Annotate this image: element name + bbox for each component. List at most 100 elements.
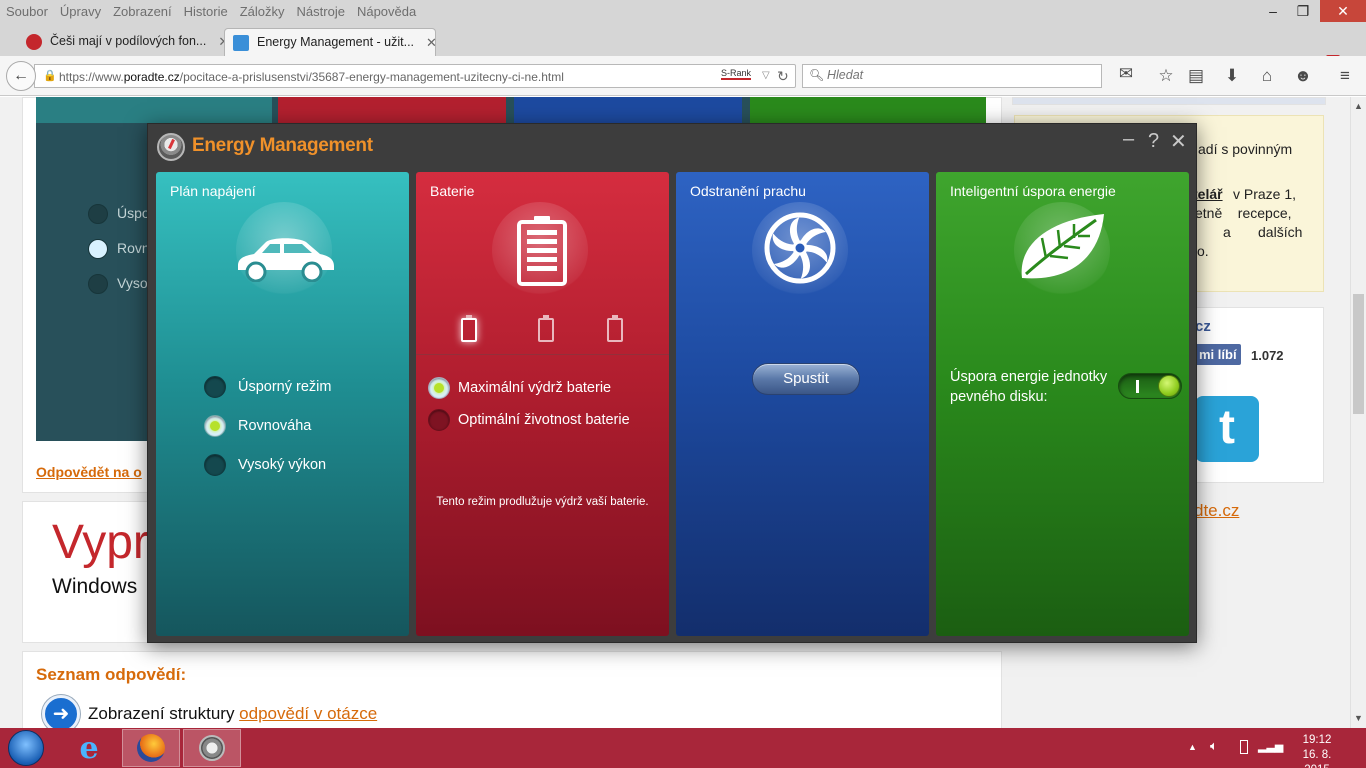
promo-subtitle: Windows	[52, 575, 138, 598]
mail-icon[interactable]: ✉	[1116, 64, 1136, 84]
radio-button[interactable]	[204, 454, 226, 476]
radio-button-selected[interactable]	[204, 415, 226, 437]
close-button[interactable]: ✕	[1170, 129, 1187, 154]
social-domain: cz	[1195, 318, 1211, 335]
sidebar-text: v Praze 1,	[1233, 186, 1297, 202]
tab-title: Energy Management - užit...	[257, 35, 415, 49]
radio-button[interactable]	[204, 376, 226, 398]
hdd-saving-toggle[interactable]	[1118, 373, 1182, 399]
search-input[interactable]	[827, 68, 1087, 82]
url-domain: poradte.cz	[123, 70, 180, 84]
panel-title: Baterie	[430, 183, 475, 199]
scroll-down-icon[interactable]: ▼	[1354, 713, 1363, 723]
sidebar-site-link[interactable]: dte.cz	[1194, 501, 1239, 521]
sidebar-top-box	[1012, 97, 1326, 105]
close-tab-icon[interactable]: ✕	[426, 35, 437, 51]
radio-rovnovaha[interactable]: Rovnováha	[204, 415, 311, 437]
clock[interactable]: 19:12 16. 8. 2015	[1290, 733, 1344, 768]
reading-list-icon[interactable]: ▤	[1186, 66, 1206, 86]
panel-title: Plán napájení	[170, 183, 256, 199]
radio-label: Maximální výdrž baterie	[458, 380, 612, 396]
menu-historie[interactable]: Historie	[184, 4, 228, 19]
menu-items: Soubor Úpravy Zobrazení Historie Záložky…	[6, 4, 416, 19]
scrollbar-thumb[interactable]	[1353, 294, 1364, 414]
hello-chat-icon[interactable]: ☻	[1293, 66, 1313, 86]
structure-link[interactable]: odpovědí v otázce	[239, 704, 377, 723]
battery-mode-icon[interactable]	[461, 315, 477, 342]
energy-management-icon	[199, 735, 225, 761]
structure-text: Zobrazení struktury	[88, 704, 240, 723]
panel-power-plan: Plán napájení Úsporný režim Rovnováha Vy…	[156, 172, 409, 636]
radio-optimalni-zivotnost[interactable]: Optimální životnost baterie	[428, 409, 630, 431]
structure-row: ➜ Zobrazení struktury odpovědí v otázce	[42, 695, 377, 728]
arrow-right-icon[interactable]: ➜	[42, 695, 80, 728]
hdd-saving-label: Úspora energie jednotky pevného disku:	[950, 369, 1108, 405]
start-dust-removal-button[interactable]: Spustit	[752, 363, 860, 395]
url-text: https://www.poradte.cz/pocitace-a-prislu…	[59, 70, 564, 84]
twitter-icon[interactable]: t	[1195, 396, 1259, 462]
taskbar: e ▲ 🔈︎ ▂▃▅ 19:12 16. 8. 2015	[0, 728, 1366, 768]
menu-bar: Soubor Úpravy Zobrazení Historie Záložky…	[0, 0, 1366, 24]
bg-radio-label: Úspo	[117, 205, 150, 221]
bg-tile-green	[750, 97, 986, 123]
radio-label: Optimální životnost baterie	[458, 412, 630, 428]
bg-radio	[88, 274, 108, 294]
taskbar-app-energy-management[interactable]	[183, 729, 241, 767]
radio-button[interactable]	[428, 409, 450, 431]
divider	[416, 354, 669, 355]
bg-radio-label: Rovn	[117, 240, 150, 256]
like-count: 1.072	[1251, 348, 1284, 363]
window-maximize-button[interactable]: ❐	[1288, 0, 1318, 22]
menu-zalozky[interactable]: Záložky	[240, 4, 285, 19]
hamburger-menu-icon[interactable]: ≡	[1335, 66, 1355, 86]
downloads-icon[interactable]: ⬇	[1222, 66, 1242, 86]
home-icon[interactable]: ⌂	[1257, 66, 1277, 86]
reply-link[interactable]: Odpovědět na o	[36, 464, 142, 480]
battery-calibration-icon[interactable]	[538, 315, 554, 342]
windows-logo-icon	[8, 730, 44, 766]
radio-button-selected[interactable]	[428, 377, 450, 399]
answers-heading: Seznam odpovědí:	[36, 665, 187, 684]
menu-soubor[interactable]: Soubor	[6, 4, 48, 19]
radio-maximalni-vydrz[interactable]: Maximální výdrž baterie	[428, 377, 611, 399]
menu-upravy[interactable]: Úpravy	[60, 4, 101, 19]
battery-tray-icon[interactable]	[1240, 740, 1248, 754]
lock-icon[interactable]: 🔒	[43, 69, 57, 82]
menu-zobrazeni[interactable]: Zobrazení	[113, 4, 172, 19]
tab-energy-management[interactable]: Energy Management - užit... ✕	[224, 28, 437, 56]
taskbar-app-ie[interactable]: e	[60, 729, 118, 767]
tab-cesi[interactable]: Češi mají v podílových fon... ✕	[18, 28, 229, 56]
bg-radio-label: Vysol	[117, 275, 151, 291]
search-box[interactable]: 🔍︎	[802, 64, 1102, 88]
sidebar-link[interactable]: telář	[1193, 186, 1223, 202]
volume-icon[interactable]: 🔈︎	[1210, 738, 1218, 754]
start-button[interactable]	[6, 730, 46, 766]
dropdown-arrow-icon[interactable]: ▽	[762, 70, 770, 81]
site-favicon-icon	[233, 35, 249, 51]
battery-mode-description: Tento režim prodlužuje výdrž vaší bateri…	[436, 496, 649, 508]
show-hidden-icons[interactable]: ▲	[1188, 742, 1197, 752]
car-icon	[236, 202, 334, 298]
scroll-up-icon[interactable]: ▲	[1354, 101, 1363, 111]
facebook-like-button[interactable]: mi líbí	[1195, 344, 1241, 365]
toggle-knob[interactable]	[1158, 375, 1180, 397]
minimize-button[interactable]: –	[1123, 128, 1134, 151]
taskbar-app-firefox[interactable]	[122, 729, 180, 767]
srank-badge[interactable]: S-Rank	[721, 68, 752, 80]
radio-usporny-rezim[interactable]: Úsporný režim	[204, 376, 331, 398]
address-bar[interactable]: 🔒 https://www.poradte.cz/pocitace-a-pris…	[34, 64, 796, 88]
menu-nastroje[interactable]: Nástroje	[297, 4, 345, 19]
battery-info-icon[interactable]	[607, 315, 623, 342]
bookmark-star-icon[interactable]: ☆	[1156, 66, 1176, 86]
window-minimize-button[interactable]: –	[1258, 0, 1288, 22]
reload-icon[interactable]: ↻	[777, 68, 789, 85]
radio-label: Úsporný režim	[238, 379, 332, 395]
ie-icon: e	[79, 730, 99, 766]
page-scrollbar[interactable]: ▲ ▼	[1350, 97, 1366, 728]
menu-napoveda[interactable]: Nápověda	[357, 4, 416, 19]
network-icon[interactable]: ▂▃▅	[1258, 740, 1283, 753]
help-button[interactable]: ?	[1148, 130, 1159, 153]
window-close-button[interactable]: ✕	[1320, 0, 1366, 22]
radio-vysoky-vykon[interactable]: Vysoký výkon	[204, 454, 326, 476]
back-button[interactable]: ←	[6, 61, 36, 91]
